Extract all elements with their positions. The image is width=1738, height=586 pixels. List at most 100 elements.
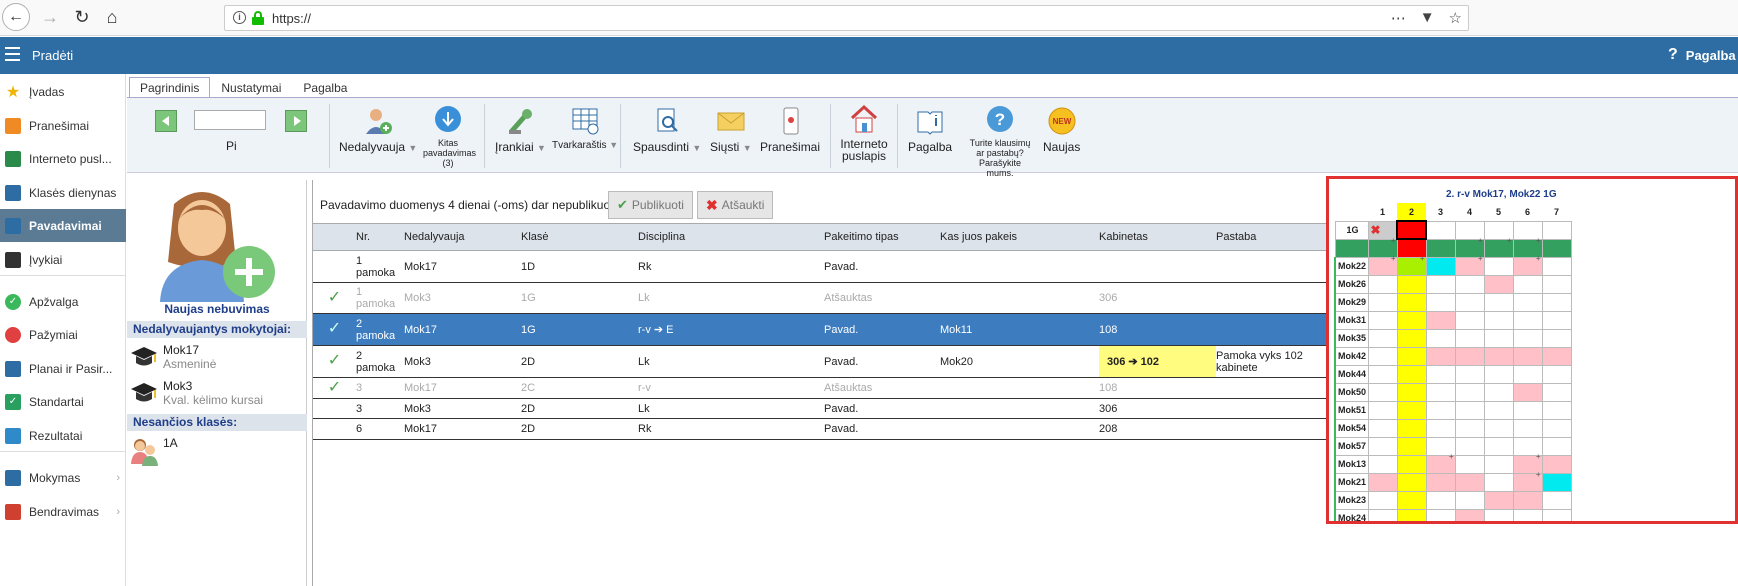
grid-cell[interactable] <box>1512 254 1543 276</box>
grid-cell[interactable] <box>1367 328 1398 348</box>
grid-cell[interactable] <box>1541 436 1572 456</box>
class-cell[interactable] <box>1425 220 1456 240</box>
grid-cell[interactable] <box>1541 454 1572 474</box>
forward-button[interactable]: → <box>36 3 64 31</box>
grid-cell[interactable] <box>1483 274 1514 294</box>
grid-cell[interactable] <box>1425 364 1456 384</box>
sidebar-item-9[interactable]: Planai ir Pasir... <box>0 352 126 385</box>
col-header[interactable]: Kas juos pakeis <box>940 223 1099 251</box>
grid-cell[interactable] <box>1396 436 1427 456</box>
grid-cell[interactable] <box>1512 490 1543 510</box>
col-header[interactable]: Pakeitimo tipas <box>824 223 940 251</box>
grid-cell[interactable] <box>1541 256 1572 276</box>
grid-cell[interactable] <box>1396 508 1427 521</box>
grid-cell[interactable] <box>1367 454 1398 474</box>
grid-cell[interactable] <box>1367 364 1398 384</box>
grid-cell[interactable] <box>1425 238 1456 258</box>
sidebar-item-3[interactable]: Interneto pusl... <box>0 142 126 175</box>
grid-cell[interactable] <box>1425 292 1456 312</box>
grid-cell[interactable] <box>1367 418 1398 438</box>
star-icon[interactable]: ☆ <box>1449 9 1462 27</box>
prev-day-button[interactable] <box>155 110 177 132</box>
table-row[interactable]: ✓ 3 Mok17 2C r-v Atšauktas 108 <box>313 377 1327 399</box>
grid-cell[interactable] <box>1483 236 1514 258</box>
grid-cell[interactable] <box>1454 364 1485 384</box>
menu-icon[interactable] <box>5 47 20 61</box>
grid-cell[interactable] <box>1483 400 1514 420</box>
grid-cell[interactable] <box>1425 346 1456 366</box>
sidebar-item-11[interactable]: Rezultatai <box>0 419 126 452</box>
new-button[interactable]: NEW Naujas <box>1043 106 1080 154</box>
period-header[interactable]: 1 <box>1368 203 1397 221</box>
grid-cell[interactable] <box>1483 364 1514 384</box>
grid-cell[interactable] <box>1541 400 1572 420</box>
grid-cell[interactable] <box>1541 382 1572 402</box>
grid-cell[interactable] <box>1396 364 1427 384</box>
grid-cell[interactable] <box>1541 274 1572 294</box>
grid-cell[interactable] <box>1425 310 1456 330</box>
grid-cell[interactable] <box>1425 452 1456 474</box>
sidebar-item-12[interactable]: Mokymas › <box>0 461 126 494</box>
grid-cell[interactable] <box>1396 292 1427 312</box>
grid-cell[interactable] <box>1367 310 1398 330</box>
dropdown-icon[interactable]: ▼ <box>408 143 417 153</box>
grid-cell[interactable] <box>1454 274 1485 294</box>
grid-cell[interactable] <box>1541 472 1572 492</box>
period-header[interactable]: 5 <box>1484 203 1513 221</box>
grid-cell[interactable] <box>1367 400 1398 420</box>
tab-nustatymai[interactable]: Nustatymai <box>210 77 292 97</box>
app-title[interactable]: Pradėti <box>32 48 73 63</box>
col-header[interactable]: Nr. <box>356 223 404 251</box>
pocket-icon[interactable]: ▼ <box>1420 9 1435 27</box>
tools-button[interactable]: Įrankiai ▼ <box>495 106 546 154</box>
table-row[interactable]: 1 pamoka Mok17 1D Rk Pavad. <box>313 250 1327 283</box>
grid-cell[interactable] <box>1425 328 1456 348</box>
url-text[interactable]: https:// <box>272 11 311 26</box>
grid-cell[interactable] <box>1541 310 1572 330</box>
grid-cell[interactable] <box>1454 418 1485 438</box>
grid-cell[interactable] <box>1367 490 1398 510</box>
teacher-item[interactable]: Mok17 Asmeninė <box>129 343 216 371</box>
period-header[interactable]: 2 <box>1397 203 1426 221</box>
grid-cell[interactable] <box>1483 454 1514 474</box>
table-row[interactable]: ✓ 1 pamoka Mok3 1G Lk Atšauktas 306 <box>313 282 1327 314</box>
tab-pagrindinis[interactable]: Pagrindinis <box>129 77 211 97</box>
table-row[interactable]: 3 Mok3 2D Lk Pavad. 306 <box>313 398 1327 419</box>
period-header[interactable]: 7 <box>1542 203 1571 221</box>
grid-cell[interactable] <box>1512 328 1543 348</box>
grid-cell[interactable] <box>1454 382 1485 402</box>
table-row[interactable]: 6 Mok17 2D Rk Pavad. 208 <box>313 418 1327 440</box>
date-input[interactable] <box>194 110 266 130</box>
col-header[interactable]: Disciplina <box>638 223 824 251</box>
grid-cell[interactable] <box>1512 400 1543 420</box>
help-link[interactable]: ? Pagalba <box>1668 46 1736 64</box>
class-cell[interactable] <box>1396 220 1427 240</box>
print-button[interactable]: Spausdinti ▼ <box>633 106 701 154</box>
grid-cell[interactable] <box>1367 508 1398 521</box>
grid-cell[interactable] <box>1454 436 1485 456</box>
grid-cell[interactable] <box>1483 508 1514 521</box>
grid-cell[interactable] <box>1367 292 1398 312</box>
website-button[interactable]: Interneto puslapis <box>839 104 889 162</box>
grid-cell[interactable] <box>1454 400 1485 420</box>
grid-cell[interactable] <box>1541 238 1572 258</box>
url-bar[interactable]: i https:// ⋯ ▼ ☆ <box>224 5 1469 31</box>
grid-cell[interactable] <box>1454 508 1485 521</box>
grid-cell[interactable] <box>1541 508 1572 521</box>
grid-cell[interactable] <box>1512 364 1543 384</box>
grid-cell[interactable] <box>1396 346 1427 366</box>
grid-cell[interactable] <box>1396 400 1427 420</box>
next-sub-button[interactable]: Kitas pavadavimas (3) <box>423 104 476 168</box>
grid-cell[interactable] <box>1396 254 1427 276</box>
grid-cell[interactable] <box>1512 508 1543 521</box>
reload-button[interactable]: ↻ <box>68 3 96 31</box>
col-header[interactable]: Klasė <box>521 223 638 251</box>
help-button[interactable]: Pagalba <box>908 106 952 154</box>
grid-cell[interactable] <box>1483 490 1514 510</box>
grid-cell[interactable] <box>1454 472 1485 492</box>
dropdown-icon[interactable]: ▼ <box>743 143 752 153</box>
col-header[interactable]: Pastaba <box>1216 223 1327 251</box>
col-header[interactable]: Kabinetas <box>1099 223 1216 251</box>
grid-cell[interactable] <box>1454 454 1485 474</box>
grid-cell[interactable] <box>1483 256 1514 276</box>
